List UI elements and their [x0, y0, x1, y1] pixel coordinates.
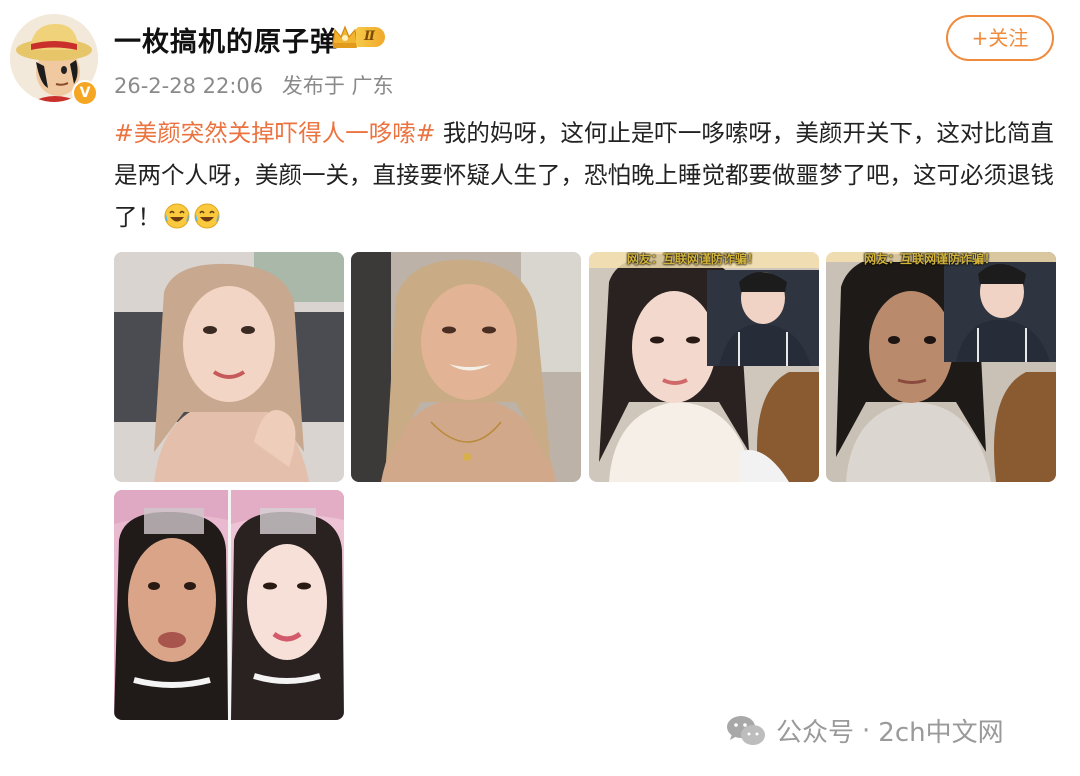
photo-3-image — [589, 252, 819, 482]
verified-badge: V — [72, 80, 98, 106]
watermark-separator: · — [862, 715, 871, 746]
post-meta: 26-2-28 22:06 发布于 广东 — [114, 70, 394, 100]
watermark: 公众号 · 2ch中文网 — [726, 712, 1004, 749]
laughing-crying-emoji-icon — [164, 203, 190, 229]
photo-5-image — [114, 490, 344, 720]
photo-1[interactable] — [114, 252, 344, 482]
post-timestamp: 26-2-28 22:06 — [114, 74, 264, 98]
watermark-right: 2ch中文网 — [878, 718, 1004, 748]
level-label: Ⅱ — [356, 27, 385, 47]
watermark-left: 公众号 — [776, 718, 855, 748]
wechat-icon — [727, 715, 765, 745]
laughing-crying-emoji-icon — [194, 203, 220, 229]
hashtag-link[interactable]: #美颜突然关掉吓得人一哆嗦# — [114, 119, 435, 147]
author-name[interactable]: 一枚搞机的原子弹 — [114, 20, 338, 59]
post-location: 发布于 广东 — [281, 74, 394, 98]
photo-2-image — [351, 252, 581, 482]
photo-3[interactable]: 网友：互联网谨防诈骗！ — [589, 252, 819, 482]
photo-2[interactable] — [351, 252, 581, 482]
vip-level-badge[interactable]: Ⅱ — [330, 24, 385, 50]
photo-4-image — [826, 252, 1056, 482]
post-text: #美颜突然关掉吓得人一哆嗦# 我的妈呀，这何止是吓一哆嗦呀，美颜开关下，这对比简… — [114, 112, 1064, 238]
photo-1-image — [114, 252, 344, 482]
photo-4-caption: 网友：互联网谨防诈骗！ — [864, 252, 997, 266]
follow-button[interactable]: +关注 — [946, 15, 1054, 61]
photo-3-caption: 网友：互联网谨防诈骗！ — [627, 252, 760, 266]
weibo-post: V 一枚搞机的原子弹 Ⅱ 26-2-28 22:06 发布于 广东 +关注 #美… — [0, 0, 1080, 776]
photo-4[interactable]: 网友：互联网谨防诈骗！ — [826, 252, 1056, 482]
photo-5[interactable] — [114, 490, 344, 720]
